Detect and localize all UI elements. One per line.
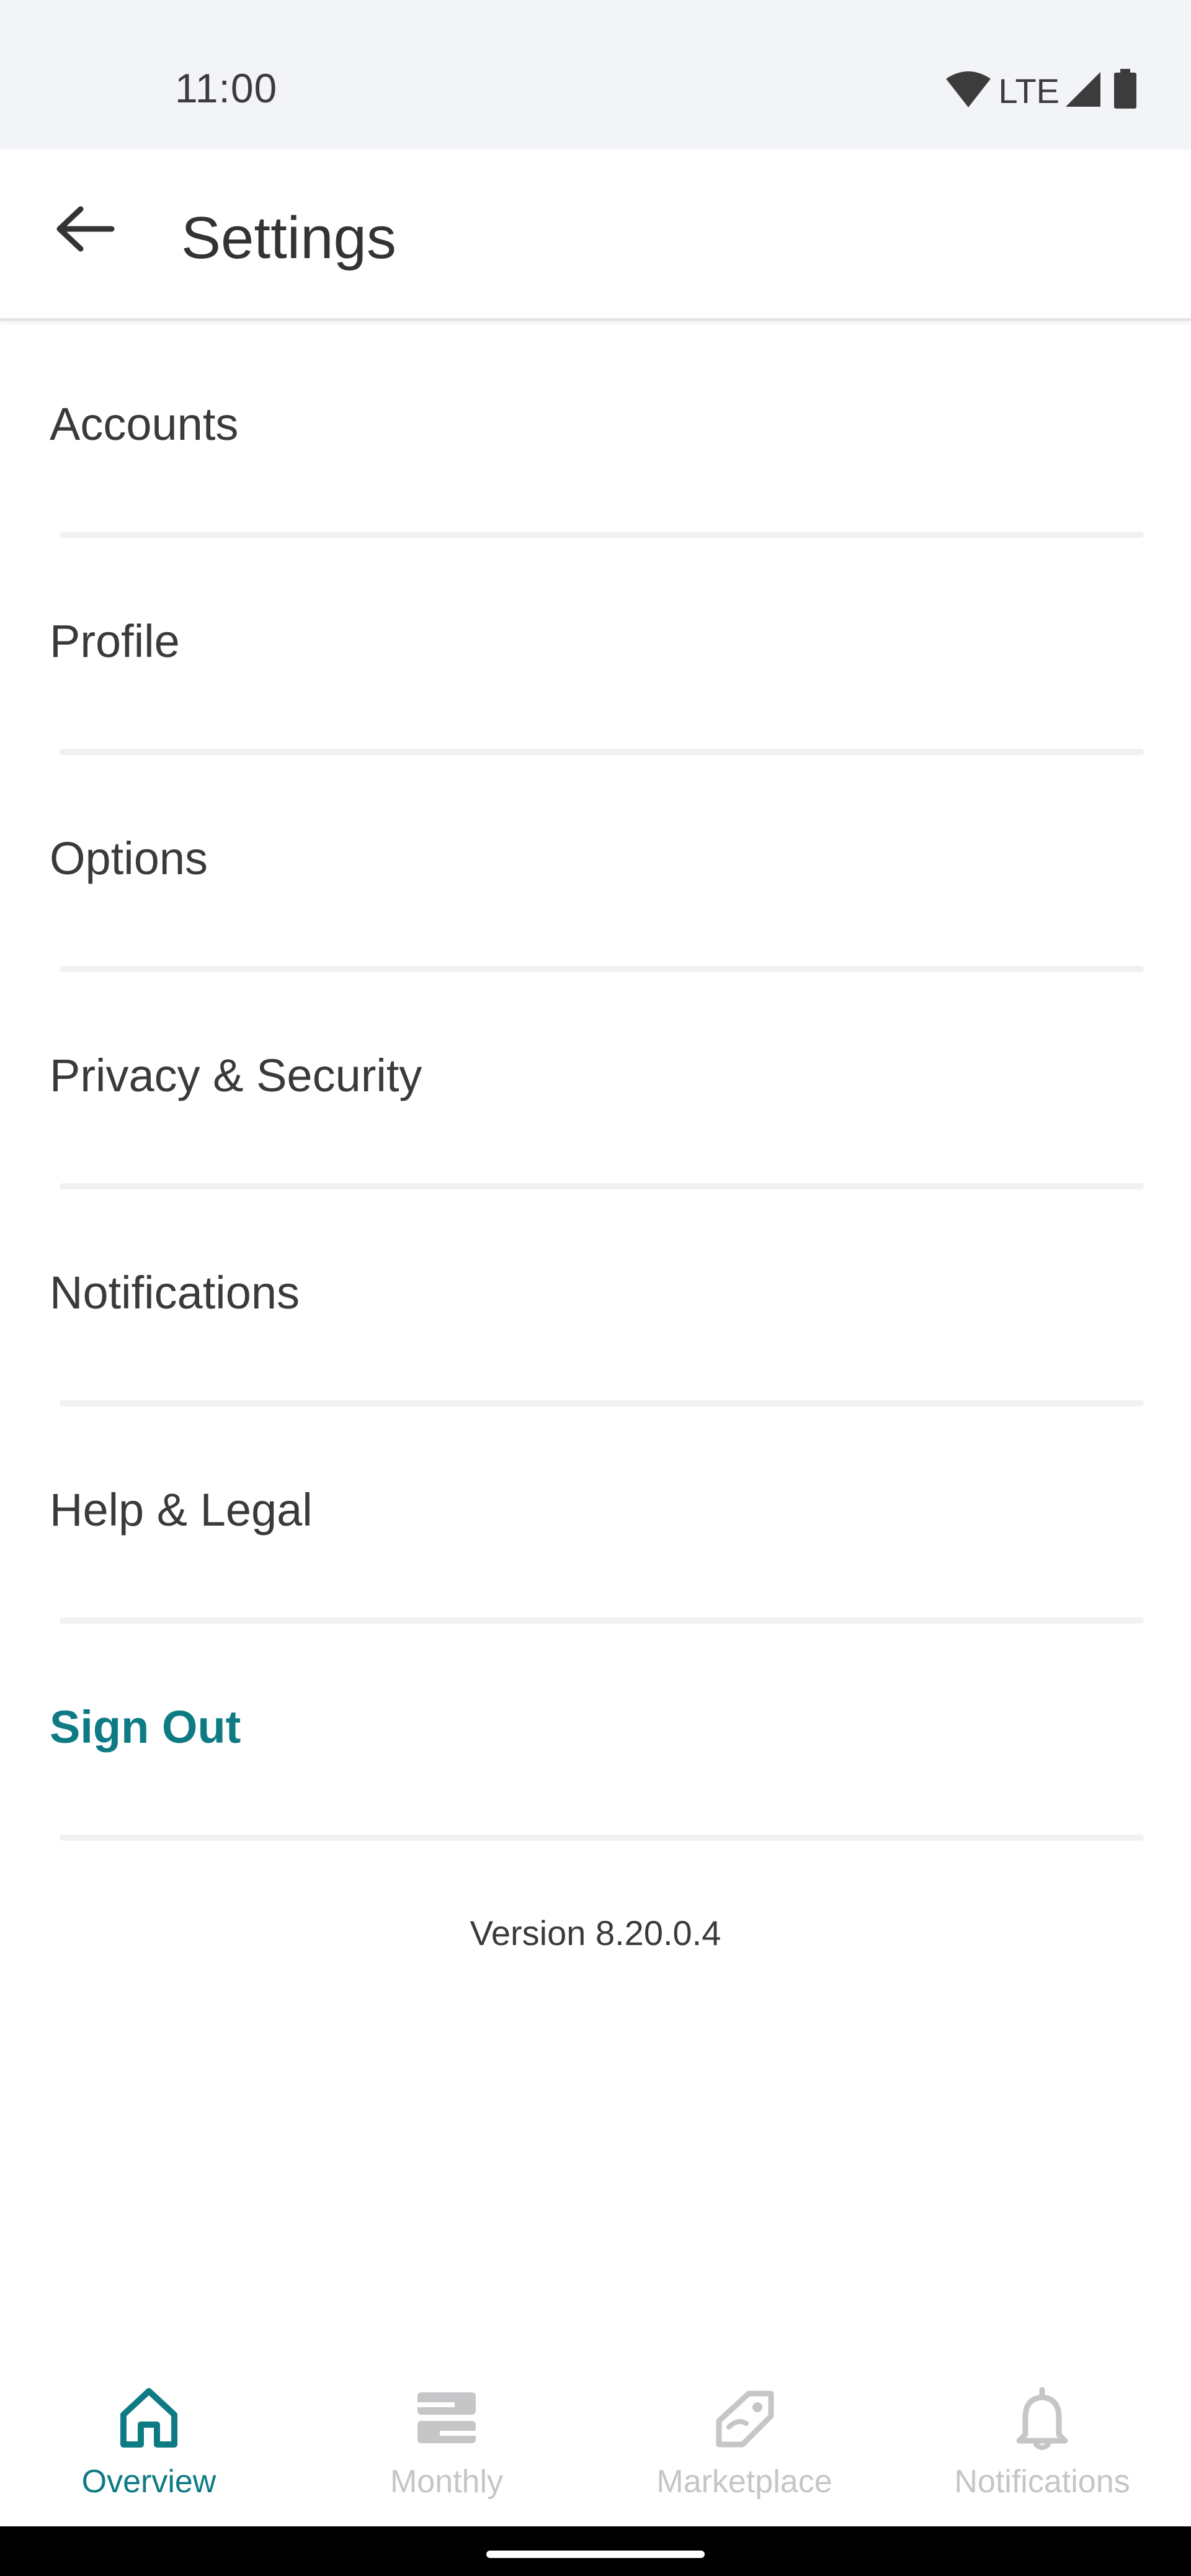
divider bbox=[60, 749, 1144, 755]
nav-label: Overview bbox=[81, 2464, 216, 2500]
nav-label: Marketplace bbox=[656, 2464, 832, 2500]
version-text: Version 8.20.0.4 bbox=[470, 1913, 721, 1952]
divider bbox=[60, 532, 1144, 538]
status-bar: 11:00 LTE bbox=[0, 0, 1191, 150]
nav-tab-notifications[interactable]: Notifications bbox=[893, 2358, 1191, 2526]
menu-item-privacy-security[interactable]: Privacy & Security bbox=[0, 972, 1191, 1189]
divider bbox=[60, 966, 1144, 972]
menu-item-notifications[interactable]: Notifications bbox=[0, 1189, 1191, 1407]
menu-item-label: Help & Legal bbox=[50, 1484, 313, 1536]
status-time: 11:00 bbox=[175, 65, 278, 111]
nav-tab-monthly[interactable]: Monthly bbox=[298, 2358, 596, 2526]
menu-item-label: Options bbox=[50, 833, 208, 884]
menu-item-label: Profile bbox=[50, 615, 180, 667]
status-icons: LTE bbox=[945, 66, 1138, 115]
menu-item-options[interactable]: Options bbox=[0, 755, 1191, 972]
app-bar: Settings bbox=[0, 150, 1191, 321]
cell-signal-icon bbox=[1064, 71, 1102, 111]
divider bbox=[60, 1617, 1144, 1624]
wifi-icon bbox=[945, 70, 992, 112]
settings-menu: Accounts Profile Options Privacy & Secur… bbox=[0, 321, 1191, 1841]
divider bbox=[60, 1183, 1144, 1189]
nav-label: Monthly bbox=[390, 2464, 504, 2500]
nav-label: Notifications bbox=[954, 2464, 1130, 2500]
sign-out-label: Sign Out bbox=[50, 1701, 241, 1753]
menu-item-help-legal[interactable]: Help & Legal bbox=[0, 1407, 1191, 1624]
menu-item-label: Accounts bbox=[50, 398, 239, 450]
arrow-left-icon bbox=[53, 204, 115, 257]
nav-tab-marketplace[interactable]: Marketplace bbox=[596, 2358, 893, 2526]
network-type: LTE bbox=[998, 71, 1059, 110]
back-button[interactable] bbox=[47, 193, 122, 267]
divider bbox=[60, 1400, 1144, 1407]
page-title: Settings bbox=[181, 205, 396, 271]
home-gesture-handle[interactable] bbox=[486, 2551, 705, 2558]
battery-icon bbox=[1113, 68, 1138, 113]
system-nav-bar bbox=[0, 2526, 1191, 2576]
menu-item-label: Notifications bbox=[50, 1267, 300, 1318]
bell-icon bbox=[1008, 2384, 1076, 2452]
home-icon bbox=[115, 2384, 183, 2452]
nav-tab-overview[interactable]: Overview bbox=[0, 2358, 298, 2526]
tag-icon bbox=[710, 2384, 778, 2452]
menu-item-label: Privacy & Security bbox=[50, 1050, 422, 1101]
menu-item-profile[interactable]: Profile bbox=[0, 538, 1191, 755]
bottom-nav: Overview Monthly Marketplace Notificatio… bbox=[0, 2358, 1191, 2526]
divider bbox=[60, 1835, 1144, 1841]
monthly-icon bbox=[413, 2384, 481, 2452]
sign-out-button[interactable]: Sign Out bbox=[0, 1624, 1191, 1841]
menu-item-accounts[interactable]: Accounts bbox=[0, 321, 1191, 538]
